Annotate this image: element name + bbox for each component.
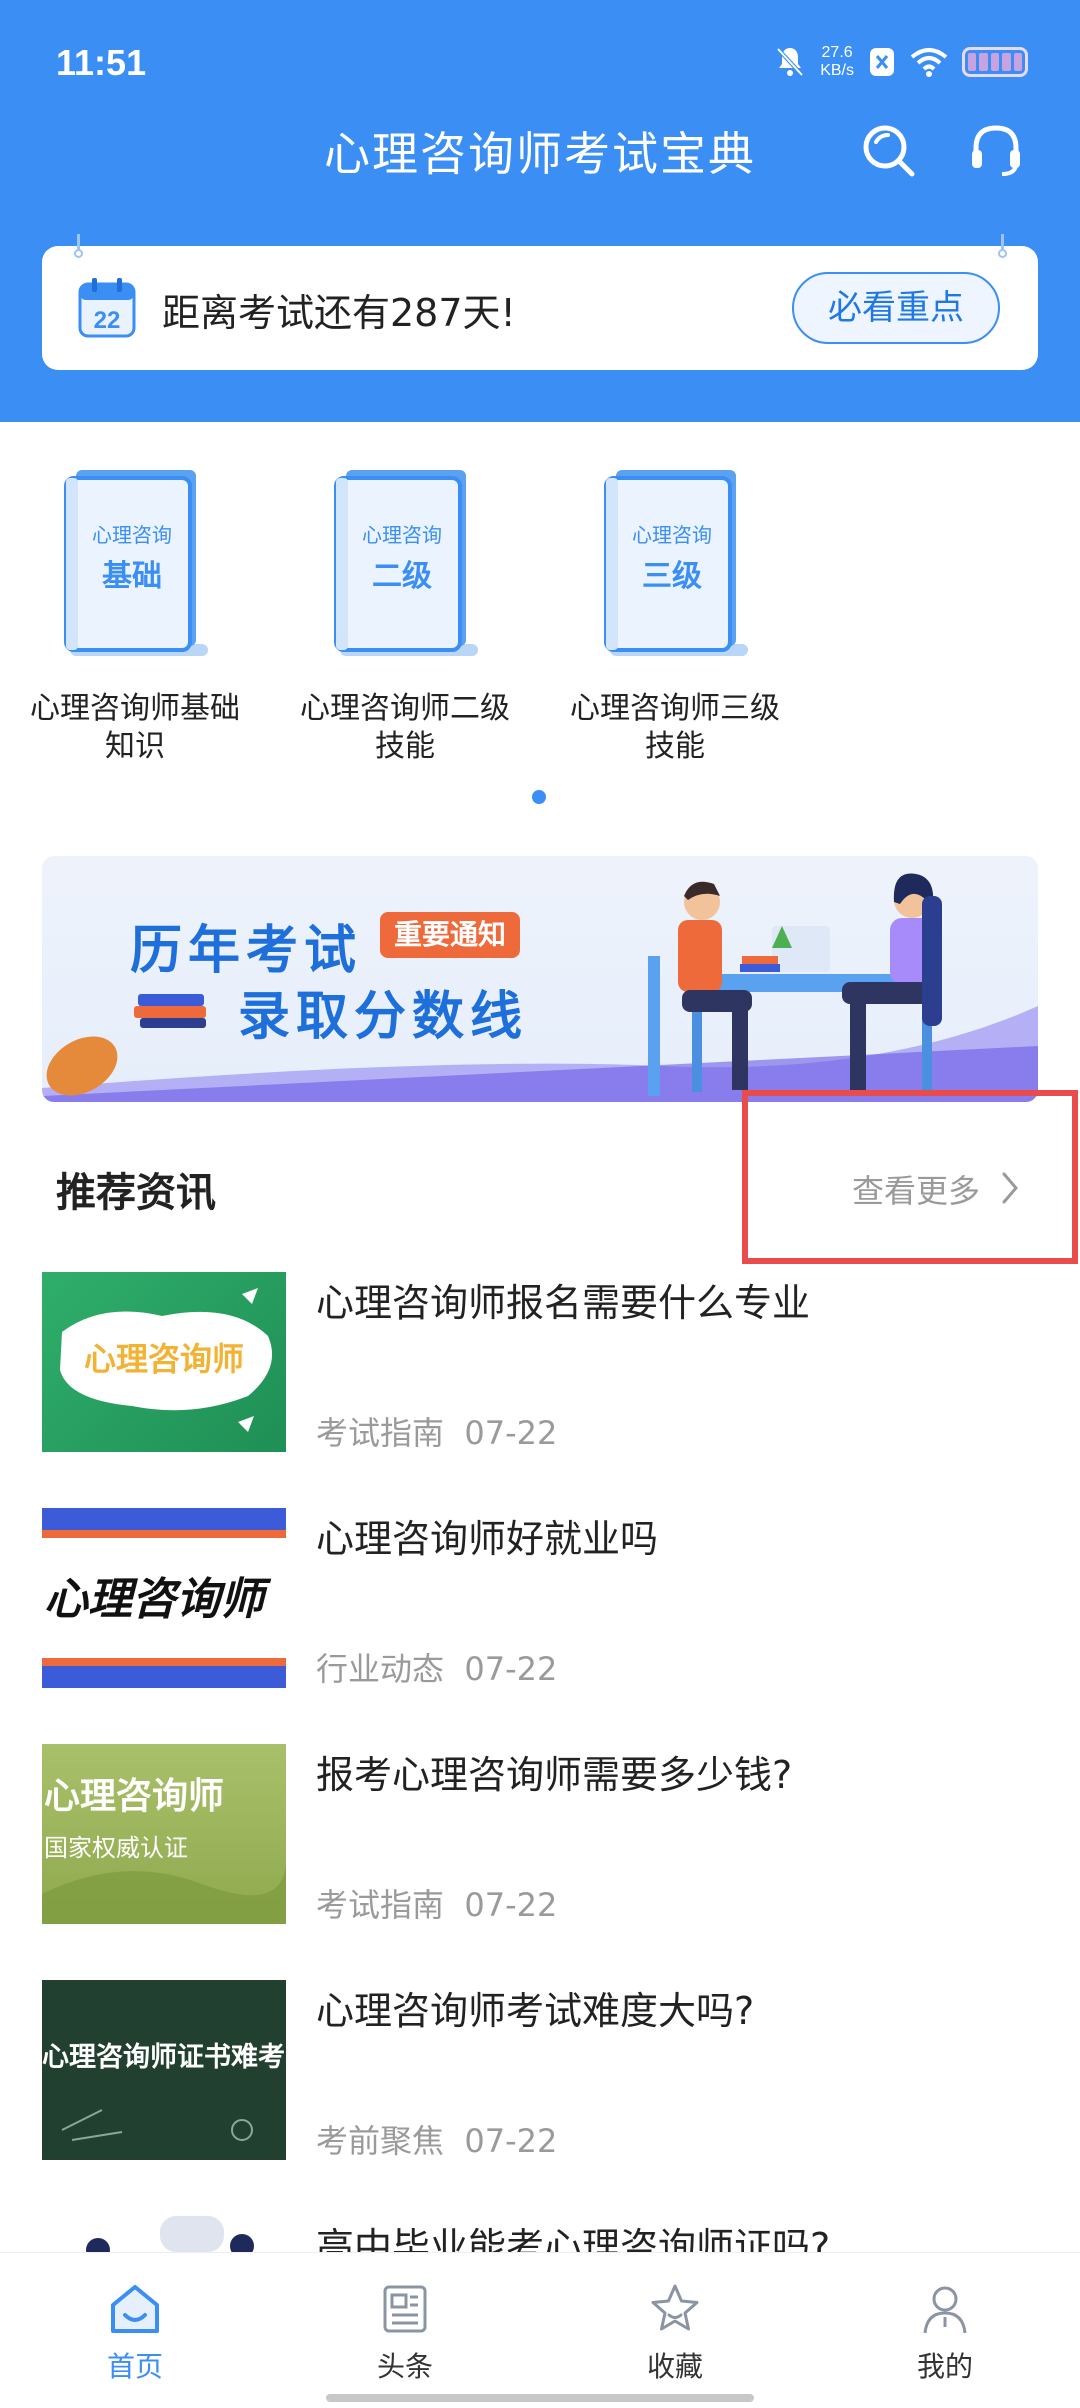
status-icons: 27.6 KB/s <box>774 40 1028 84</box>
tab-label: 首页 <box>106 2350 163 2383</box>
news-category: 考试指南 <box>316 1886 445 1924</box>
news-meta: 考前聚焦 07-22 <box>316 2116 557 2162</box>
news-title: 心理咨询师报名需要什么专业 <box>316 1281 811 1325</box>
book-cover-main: 三级 <box>642 559 702 594</box>
tab-label: 收藏 <box>646 2350 703 2383</box>
news-date: 07-22 <box>464 1414 558 1452</box>
news-category: 考试指南 <box>316 1414 445 1452</box>
star-icon <box>651 2284 699 2331</box>
thumb-text: 心理咨询师 <box>44 1776 224 1817</box>
news-item[interactable]: 心理咨询师证书难考 心理咨询师考试难度大吗? 考前聚焦 07-22 <box>0 1980 1080 2180</box>
news-item[interactable]: 心理咨询师 心理咨询师好就业吗 行业动态 07-22 <box>0 1508 1080 1708</box>
news-title: 心理咨询师好就业吗 <box>316 1517 659 1561</box>
book-label: 心理咨询师基础知识 <box>30 691 240 764</box>
battery-icon <box>962 47 1028 77</box>
news-date: 07-22 <box>464 1886 558 1924</box>
book-cover-main: 基础 <box>102 559 162 594</box>
net-speed-unit: KB/s <box>820 62 854 79</box>
news-thumbnail: 心理咨询师 <box>42 1508 286 1688</box>
news-meta: 考试指南 07-22 <box>316 1880 557 1926</box>
calendar-day: 22 <box>94 307 121 334</box>
tab-headlines[interactable]: 头条 <box>270 2253 540 2393</box>
news-meta: 考试指南 07-22 <box>316 1408 557 1454</box>
thumb-text: 心理咨询师 <box>84 1340 244 1378</box>
book-cover-icon: 心理咨询 基础 <box>64 470 208 656</box>
news-meta: 行业动态 07-22 <box>316 1644 557 1690</box>
net-speed-value: 27.6 <box>821 44 853 61</box>
news-icon <box>383 2285 427 2333</box>
home-indicator[interactable] <box>326 2394 754 2402</box>
tab-profile[interactable]: 我的 <box>810 2253 1080 2393</box>
banner-line1: 历年考试 <box>130 921 363 981</box>
highlight-annotation-box <box>742 1090 1078 1264</box>
book-cover-icon: 心理咨询 二级 <box>334 470 478 656</box>
book-label: 心理咨询师三级技能 <box>570 691 780 764</box>
mute-bell-icon <box>776 47 804 77</box>
book-label: 心理咨询师二级技能 <box>300 691 510 764</box>
bottom-nav: 首页 头条 收藏 我的 <box>0 2252 1080 2408</box>
book-category-list: 心理咨询 基础 心理咨询师基础知识 心理咨询 二级 心理咨询师二级技能 心理咨询… <box>0 462 1080 782</box>
news-date: 07-22 <box>464 2122 558 2160</box>
news-item[interactable]: 心理咨询师 心理咨询师报名需要什么专业 考试指南 07-22 <box>0 1272 1080 1472</box>
thumb-text: 心理咨询师证书难考 <box>42 2042 285 2073</box>
news-thumbnail: 心理咨询师 <box>42 1272 286 1452</box>
tab-label: 我的 <box>916 2350 973 2383</box>
book-cover-icon: 心理咨询 三级 <box>604 470 748 656</box>
thumb-sub: 国家权威认证 <box>44 1834 188 1862</box>
tab-home[interactable]: 首页 <box>0 2253 270 2393</box>
book-cover-top: 心理咨询 <box>362 523 442 547</box>
section-title: 推荐资讯 <box>56 1170 216 1216</box>
tab-favorites[interactable]: 收藏 <box>540 2253 810 2393</box>
profile-icon <box>923 2286 967 2334</box>
carousel-page-indicator <box>532 790 546 804</box>
book-cover-top: 心理咨询 <box>92 523 172 547</box>
banner-line2: 录取分数线 <box>238 987 529 1047</box>
notice-badge: 重要通知 <box>380 912 521 958</box>
must-see-button[interactable]: 必看重点 <box>792 272 1000 344</box>
news-thumbnail: 心理咨询师 国家权威认证 <box>42 1744 286 1924</box>
wifi-icon <box>910 48 948 77</box>
news-category: 考前聚焦 <box>316 2122 445 2160</box>
news-date: 07-22 <box>464 1650 558 1688</box>
status-time: 11:51 <box>56 42 147 83</box>
pin-decoration <box>72 234 84 258</box>
thumb-text: 心理咨询师 <box>44 1574 272 1625</box>
headset-icon[interactable] <box>966 120 1026 180</box>
score-line-banner[interactable]: 历年考试 重要通知 录取分数线 <box>42 856 1038 1102</box>
app-title: 心理咨询师考试宝典 <box>324 127 756 181</box>
status-bar: 11:51 27.6 KB/s <box>0 0 1080 120</box>
vpn-icon <box>870 48 894 76</box>
home-icon <box>111 2285 159 2333</box>
news-thumbnail: 心理咨询师证书难考 <box>42 1980 286 2160</box>
book-cover-main: 二级 <box>372 559 432 594</box>
book-cover-top: 心理咨询 <box>632 523 712 547</box>
search-icon[interactable] <box>858 120 918 180</box>
tab-label: 头条 <box>376 2350 433 2383</box>
news-category: 行业动态 <box>316 1650 445 1688</box>
exam-countdown-card: 22 距离考试还有287天! 必看重点 <box>42 234 1038 370</box>
pin-decoration <box>996 234 1008 258</box>
news-title: 报考心理咨询师需要多少钱? <box>316 1753 793 1797</box>
app-header: 11:51 27.6 KB/s 心理咨询师考试宝典 22 距离考试还有287天!… <box>0 0 1080 422</box>
news-title: 心理咨询师考试难度大吗? <box>316 1989 755 2033</box>
countdown-text: 距离考试还有287天! <box>162 291 516 335</box>
news-item[interactable]: 心理咨询师 国家权威认证 报考心理咨询师需要多少钱? 考试指南 07-22 <box>0 1744 1080 1944</box>
net-speed: 27.6 KB/s <box>820 44 854 80</box>
calendar-icon: 22 <box>78 278 136 338</box>
